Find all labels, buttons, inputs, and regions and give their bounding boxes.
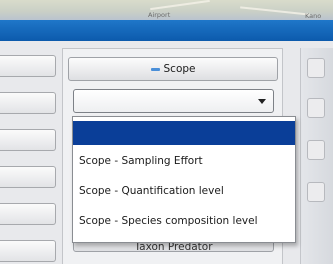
collapse-minus-icon xyxy=(150,67,160,71)
scope-combobox[interactable] xyxy=(73,89,274,113)
left-panel-button[interactable] xyxy=(0,92,56,114)
map-label-kano: Kano xyxy=(305,12,322,20)
right-panel-control[interactable] xyxy=(307,58,325,78)
left-panel-button[interactable] xyxy=(0,129,56,151)
map-background: Airport Kano xyxy=(0,0,333,20)
dropdown-option-species-composition-level[interactable]: Scope - Species composition level xyxy=(73,209,295,233)
right-panel-control[interactable] xyxy=(307,140,325,160)
right-panel-control[interactable] xyxy=(307,98,325,118)
right-side-panel xyxy=(300,48,333,264)
chevron-down-icon[interactable] xyxy=(258,99,266,104)
dropdown-option-sampling-effort[interactable]: Scope - Sampling Effort xyxy=(73,149,295,173)
left-panel-button[interactable] xyxy=(0,203,56,225)
scope-collapse-header[interactable]: Scope xyxy=(68,57,278,81)
left-panel-button[interactable] xyxy=(0,240,56,262)
map-road xyxy=(150,0,210,11)
scope-dropdown-list: Scope - Sampling Effort Scope - Quantifi… xyxy=(72,116,296,243)
scope-header-label: Scope xyxy=(163,63,196,75)
left-panel-button[interactable] xyxy=(0,55,56,77)
map-road xyxy=(240,6,310,16)
dropdown-option-quantification-level[interactable]: Scope - Quantification level xyxy=(73,179,295,203)
dropdown-option-empty[interactable] xyxy=(73,121,295,145)
left-panel-button[interactable] xyxy=(0,166,56,188)
window-title-bar xyxy=(0,20,333,41)
right-panel-control[interactable] xyxy=(307,182,325,202)
map-label-airport: Airport xyxy=(148,11,171,19)
